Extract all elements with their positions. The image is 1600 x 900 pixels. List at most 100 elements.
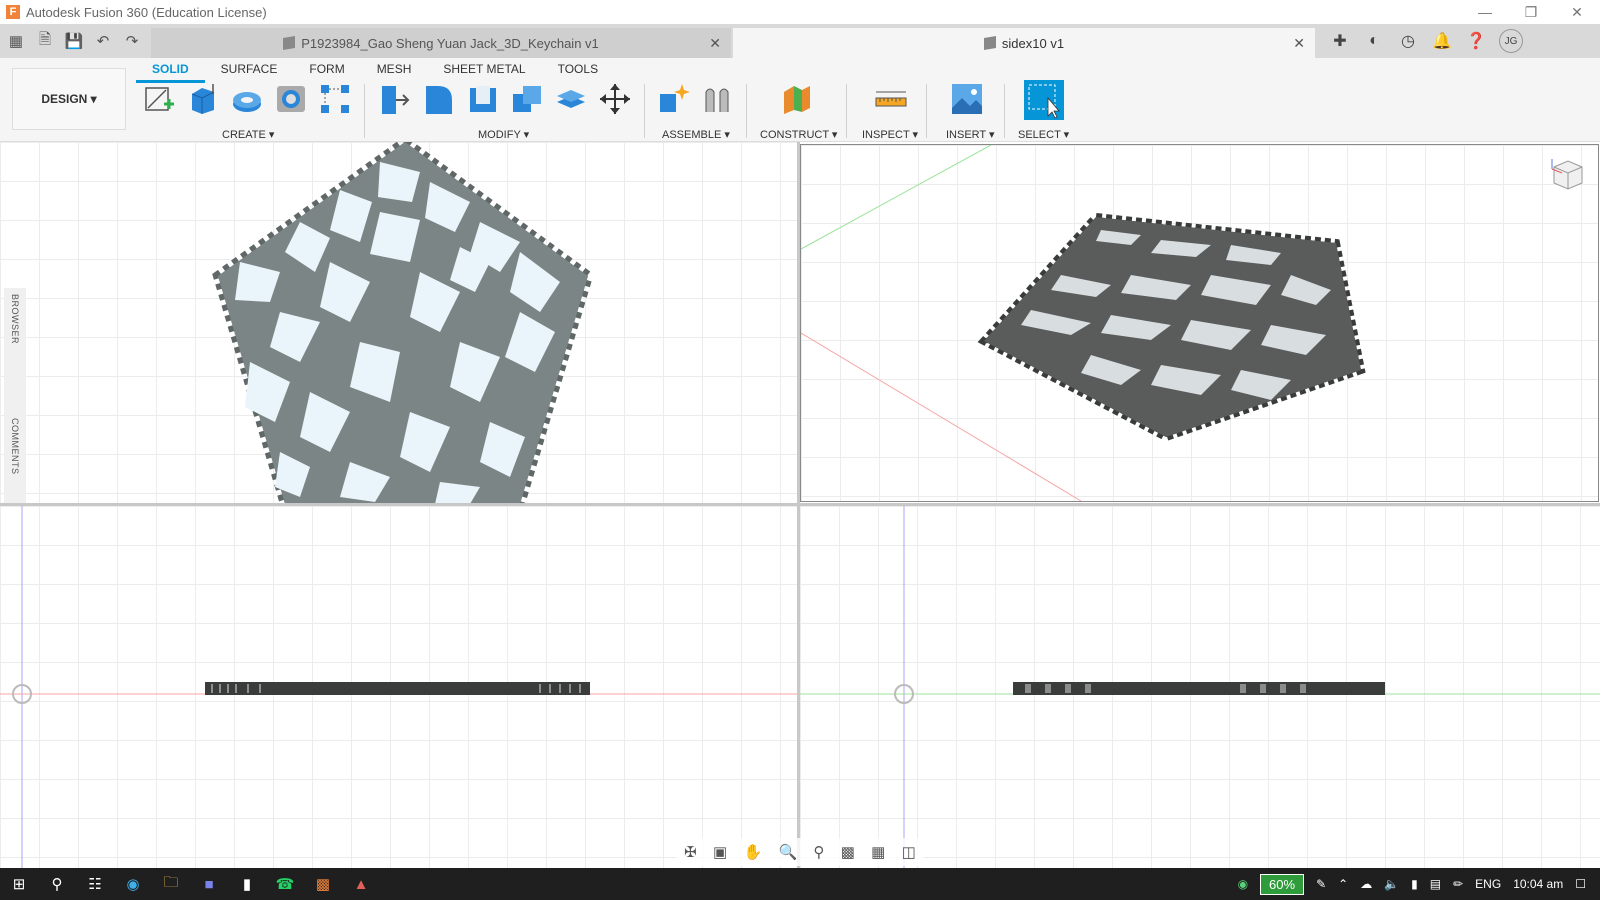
browser-toggle[interactable]: BROWSER (10, 294, 20, 344)
tab-keychain[interactable]: P1923984_Gao Sheng Yuan Jack_3D_Keychain… (151, 28, 731, 58)
construct-group-label[interactable]: CONSTRUCT ▾ (760, 128, 837, 141)
viewport-right[interactable] (800, 506, 1600, 868)
fillet-icon[interactable] (422, 82, 456, 116)
component-icon (283, 35, 296, 51)
data-panel-grid-icon[interactable]: ▦ (3, 28, 29, 54)
create-group-label[interactable]: CREATE ▾ (222, 128, 274, 141)
notes-app-icon[interactable]: ▮ (228, 868, 266, 900)
offset-face-icon[interactable] (554, 82, 588, 116)
create-label: CREATE (222, 129, 266, 141)
measure-icon[interactable] (874, 82, 908, 116)
viewport-front[interactable] (0, 506, 797, 868)
front-view-model (0, 506, 797, 868)
extensions-icon[interactable]: ◐ (1357, 26, 1391, 56)
tab-surface[interactable]: SURFACE (205, 60, 294, 83)
inspect-group-label[interactable]: INSPECT ▾ (862, 128, 918, 141)
tab-sheet-metal[interactable]: SHEET METAL (427, 60, 541, 83)
new-component-icon[interactable] (656, 82, 690, 116)
select-group-label[interactable]: SELECT ▾ (1018, 128, 1069, 141)
insert-image-icon[interactable] (950, 82, 984, 116)
battery-percent: 60% (1260, 873, 1305, 895)
pen-icon[interactable]: ✎ (1316, 877, 1326, 891)
search-icon[interactable]: ⚲ (38, 868, 76, 900)
shell-icon[interactable] (466, 82, 500, 116)
tab-form[interactable]: FORM (293, 60, 360, 83)
viewport-perspective[interactable] (800, 144, 1599, 502)
tab-solid[interactable]: SOLID (136, 60, 205, 83)
separator (926, 84, 927, 138)
separator (846, 84, 847, 138)
pattern-icon[interactable] (318, 82, 352, 116)
extrude-icon[interactable] (186, 82, 220, 116)
battery-icon[interactable]: ▮ (1411, 877, 1418, 891)
grid-settings-icon[interactable]: ▦ (871, 843, 885, 861)
notification-center-icon[interactable]: ☐ (1575, 877, 1586, 891)
file-menu-icon[interactable]: 🗎 (32, 28, 58, 54)
pan-icon[interactable]: ✋ (743, 843, 762, 861)
workspace-switcher-button[interactable]: DESIGN ▾ (12, 68, 126, 130)
ink-workspace-icon[interactable]: ✏ (1453, 877, 1463, 891)
task-view-icon[interactable]: ☷ (76, 868, 114, 900)
edge-browser-icon[interactable]: ◉ (114, 868, 152, 900)
comments-toggle[interactable]: COMMENTS (10, 418, 20, 475)
cloud-icon[interactable]: ☁ (1360, 877, 1372, 891)
select-label: SELECT (1018, 129, 1061, 141)
orbit-icon[interactable]: ✠ (684, 843, 697, 861)
tab-label: P1923984_Gao Sheng Yuan Jack_3D_Keychain… (301, 35, 599, 51)
close-icon[interactable]: ✕ (1554, 0, 1600, 24)
whatsapp-icon[interactable]: ☎ (266, 868, 304, 900)
redo-icon[interactable]: ↷ (119, 28, 145, 54)
fusion-logo-icon: F (6, 5, 20, 19)
help-icon[interactable]: ❓ (1459, 26, 1493, 56)
save-icon[interactable]: 💾 (61, 28, 87, 54)
title-bar: F Autodesk Fusion 360 (Education License… (0, 0, 1600, 24)
show-hidden-icon[interactable]: ⌃ (1338, 877, 1348, 891)
view-cube-icon[interactable] (1546, 155, 1586, 195)
revolve-icon[interactable] (230, 82, 264, 116)
close-tab-icon[interactable]: ✕ (709, 35, 721, 52)
combine-icon[interactable] (510, 82, 544, 116)
activity-monitor-icon[interactable]: ◉ (1238, 877, 1248, 891)
joint-icon[interactable] (700, 82, 734, 116)
new-tab-icon[interactable]: ✚ (1323, 26, 1357, 56)
volume-icon[interactable]: 🔈 (1384, 877, 1399, 891)
assemble-group-label[interactable]: ASSEMBLE ▾ (662, 128, 730, 141)
clock[interactable]: 10:04 am (1513, 877, 1563, 891)
language-indicator[interactable]: ENG (1475, 877, 1501, 891)
insert-group-label[interactable]: INSERT ▾ (946, 128, 995, 141)
press-pull-icon[interactable] (378, 82, 412, 116)
look-at-icon[interactable]: ▣ (713, 843, 727, 861)
avatar[interactable]: JG (1499, 29, 1523, 53)
app-taskbar-icon[interactable]: ▲ (342, 868, 380, 900)
viewport-top[interactable]: BROWSER COMMENTS (0, 142, 797, 504)
fusion-taskbar-icon[interactable]: ▩ (304, 868, 342, 900)
tab-tools[interactable]: TOOLS (542, 60, 614, 83)
file-explorer-icon[interactable]: 🗀 (152, 868, 190, 900)
teams-icon[interactable]: ■ (190, 868, 228, 900)
undo-icon[interactable]: ↶ (90, 28, 116, 54)
restore-icon[interactable]: ❐ (1508, 0, 1554, 24)
offset-plane-icon[interactable] (780, 82, 814, 116)
select-icon[interactable] (1024, 80, 1064, 120)
separator (746, 84, 747, 138)
viewports-icon[interactable]: ◫ (902, 843, 916, 861)
job-status-icon[interactable]: ◷ (1391, 26, 1425, 56)
create-sketch-icon[interactable] (142, 82, 176, 116)
tab-mesh[interactable]: MESH (361, 60, 428, 83)
construct-label: CONSTRUCT (760, 129, 829, 141)
ribbon-tabs: SOLID SURFACE FORM MESH SHEET METAL TOOL… (136, 60, 614, 83)
perspective-model (801, 145, 1366, 501)
zoom-icon[interactable]: 🔍 (778, 843, 797, 861)
move-icon[interactable] (598, 82, 632, 116)
hole-icon[interactable] (274, 82, 308, 116)
network-icon[interactable]: ▤ (1430, 877, 1441, 891)
modify-group-label[interactable]: MODIFY ▾ (478, 128, 529, 141)
close-tab-icon[interactable]: ✕ (1293, 35, 1305, 52)
display-settings-icon[interactable]: ▩ (841, 843, 855, 861)
windows-start-icon[interactable]: ⊞ (0, 868, 38, 900)
component-icon (983, 35, 996, 51)
fit-icon[interactable]: ⚲ (813, 843, 824, 861)
notifications-icon[interactable]: 🔔 (1425, 26, 1459, 56)
minimize-icon[interactable]: — (1462, 0, 1508, 24)
tab-sidex10[interactable]: sidex10 v1 ✕ (733, 28, 1315, 58)
